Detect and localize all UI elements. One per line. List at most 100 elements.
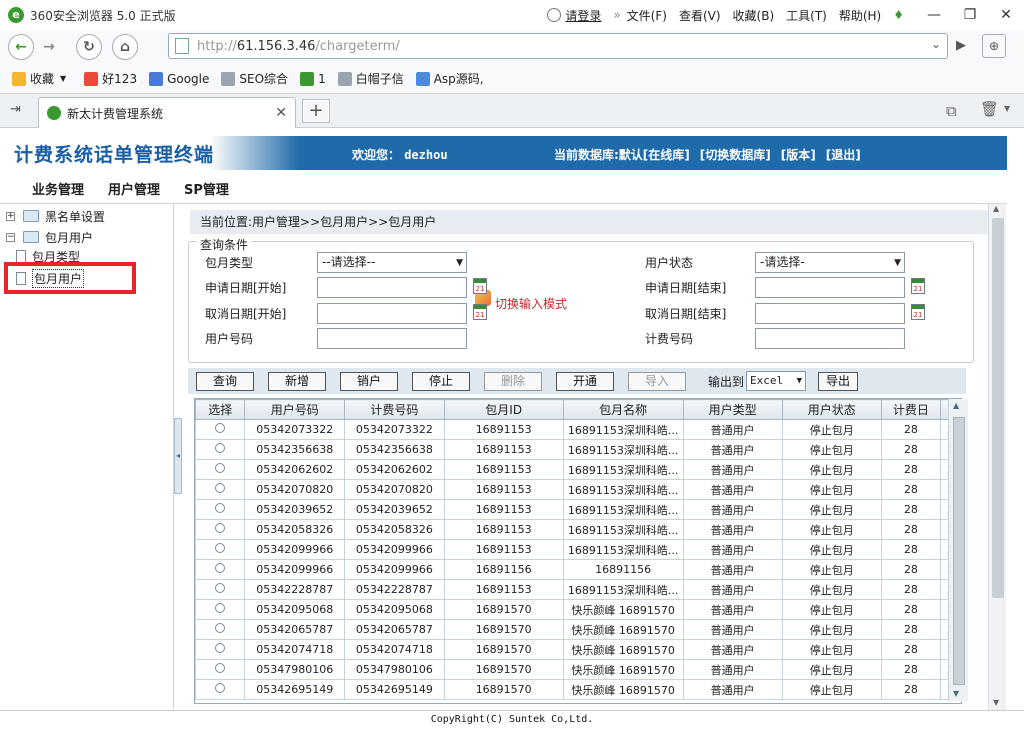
logout-link[interactable]: [退出] (826, 146, 861, 163)
select-radio[interactable] (215, 623, 226, 633)
menu-favorites[interactable]: 收藏(B) (733, 7, 775, 24)
select-radio[interactable] (215, 643, 226, 653)
column-header-monthly-name[interactable]: 包月名称 (562, 399, 684, 420)
column-header-user-status[interactable]: 用户状态 (781, 399, 882, 420)
select-radio-cell[interactable] (195, 559, 246, 580)
select-radio[interactable] (215, 443, 226, 453)
select-radio[interactable] (215, 543, 226, 553)
billing-no-input[interactable] (755, 328, 905, 349)
select-radio[interactable] (215, 523, 226, 533)
table-row[interactable]: 05342099966 05342099966 16891153 16891153深圳… (195, 539, 961, 560)
select-radio[interactable] (215, 683, 226, 693)
menu-tools[interactable]: 工具(T) (786, 7, 827, 24)
table-row[interactable]: 05342228787 05342228787 16891153 16891153深圳… (195, 579, 961, 600)
select-radio-cell[interactable] (195, 479, 246, 500)
favorite-item[interactable]: 好123 (84, 70, 137, 87)
select-radio-cell[interactable] (195, 499, 246, 520)
select-radio-cell[interactable] (195, 619, 246, 640)
login-link[interactable]: 请登录 (565, 7, 601, 24)
select-radio[interactable] (215, 563, 226, 573)
select-radio[interactable] (215, 603, 226, 613)
table-row[interactable]: 05342074718 05342074718 16891570 快乐颜峰 16891… (195, 639, 961, 660)
user-no-input[interactable] (317, 328, 467, 349)
table-row[interactable]: 05342695149 05342695149 16891570 快乐颜峰 16891… (195, 679, 961, 700)
calendar-icon[interactable]: 21 (911, 278, 925, 294)
tree-item-blacklist[interactable]: + 黑名单设置 (6, 206, 105, 226)
export-button[interactable]: 导出 (818, 371, 859, 391)
switch-db-link[interactable]: [切换数据库] (700, 146, 771, 163)
page-scrollbar[interactable]: ▲ ▼ (988, 204, 1006, 710)
calendar-icon[interactable]: 21 (911, 304, 925, 320)
scroll-up-icon[interactable]: ▲ (993, 204, 999, 213)
select-radio[interactable] (215, 583, 226, 593)
select-radio-cell[interactable] (195, 539, 246, 560)
grid-scroll-thumb[interactable] (953, 417, 965, 685)
column-header-user-no[interactable]: 用户号码 (244, 399, 346, 420)
close-tab-icon[interactable]: ✕ (275, 105, 287, 121)
menu-view[interactable]: 查看(V) (679, 7, 721, 24)
open-button[interactable]: 开通 (556, 371, 614, 391)
close-account-button[interactable]: 销户 (340, 371, 398, 391)
tree-item-monthly-user[interactable]: − 包月用户 (6, 227, 93, 247)
user-status-select[interactable]: -请选择- ▼ (755, 252, 905, 273)
menu-business[interactable]: 业务管理 (32, 179, 84, 198)
select-radio-cell[interactable] (195, 659, 246, 680)
favorite-item[interactable]: Asp源码, (415, 70, 484, 87)
restore-button[interactable]: ❐ (952, 4, 988, 26)
select-radio[interactable] (215, 423, 226, 433)
grid-scrollbar[interactable]: ▲ ▼ (948, 399, 968, 701)
select-radio-cell[interactable] (195, 639, 246, 660)
select-radio-cell[interactable] (195, 459, 246, 480)
refresh-icon[interactable]: ↻ (76, 34, 102, 60)
table-row[interactable]: 05342356638 05342356638 16891153 16891153深圳… (195, 439, 961, 460)
export-format-select[interactable]: Excel ▼ (746, 371, 807, 391)
monthly-type-select[interactable]: --请选择-- ▼ (317, 252, 467, 273)
select-radio-cell[interactable] (195, 519, 246, 540)
scroll-up-icon[interactable]: ▲ (953, 401, 959, 410)
menu-sp[interactable]: SP管理 (184, 179, 229, 198)
table-row[interactable]: 05342095068 05342095068 16891570 快乐颜峰 16891… (195, 599, 961, 620)
table-row[interactable]: 05342062602 05342062602 16891153 16891153深圳… (195, 459, 961, 480)
favorite-item[interactable]: Google (149, 71, 209, 86)
forward-icon[interactable]: → (36, 34, 62, 60)
calendar-icon[interactable]: 21 (473, 278, 487, 294)
select-radio-cell[interactable] (195, 599, 246, 620)
restore-tabs-icon[interactable]: ⧉ (946, 102, 957, 120)
menu-users[interactable]: 用户管理 (108, 179, 160, 198)
go-icon[interactable]: ▶ (956, 38, 966, 53)
scroll-down-icon[interactable]: ▼ (993, 698, 999, 707)
favorite-item[interactable]: 1 (300, 71, 326, 86)
apply-end-input[interactable] (755, 277, 905, 298)
new-tab-button[interactable]: + (302, 99, 330, 123)
delete-button[interactable]: 删除 (484, 371, 542, 391)
sidebar-toggle-icon[interactable]: ⇥ (10, 102, 21, 117)
table-row[interactable]: 05342073322 05342073322 16891153 16891153深圳… (195, 419, 961, 440)
stop-button[interactable]: 停止 (412, 371, 470, 391)
scroll-down-icon[interactable]: ▼ (953, 689, 959, 698)
column-header-user-type[interactable]: 用户类型 (682, 399, 783, 420)
column-header-billing-no[interactable]: 计费号码 (344, 399, 445, 420)
cancel-start-input[interactable] (317, 303, 467, 324)
cancel-end-input[interactable] (755, 303, 905, 324)
column-header-select[interactable]: 选择 (195, 399, 246, 420)
address-bar[interactable]: http://61.156.3.46/chargeterm/ ⌄ (168, 33, 948, 59)
collapse-icon[interactable]: − (6, 232, 15, 242)
page-scroll-thumb[interactable] (992, 218, 1004, 598)
tab-active[interactable]: 新太计费管理系统 ✕ (38, 97, 296, 128)
select-radio-cell[interactable] (195, 439, 246, 460)
select-radio-cell[interactable] (195, 579, 246, 600)
select-radio-cell[interactable] (195, 419, 246, 440)
table-row[interactable]: 05347980106 05347980106 16891570 快乐颜峰 16891… (195, 659, 961, 680)
apply-start-input[interactable] (317, 277, 467, 298)
collapse-sidebar-handle[interactable]: ◂ (174, 418, 182, 494)
expand-icon[interactable]: + (6, 211, 15, 221)
shield-icon[interactable]: ⊕ (982, 34, 1006, 58)
table-row[interactable]: 05342070820 05342070820 16891153 16891153深圳… (195, 479, 961, 500)
favorite-item[interactable]: 白帽子信 (337, 70, 404, 87)
add-button[interactable]: 新增 (268, 371, 326, 391)
chevron-down-icon[interactable]: ⌄ (931, 37, 941, 51)
calendar-icon[interactable]: 21 (473, 304, 487, 320)
select-radio[interactable] (215, 463, 226, 473)
table-row[interactable]: 05342099966 05342099966 16891156 16891156 普通… (195, 559, 961, 580)
home-icon[interactable]: ⌂ (112, 34, 138, 60)
